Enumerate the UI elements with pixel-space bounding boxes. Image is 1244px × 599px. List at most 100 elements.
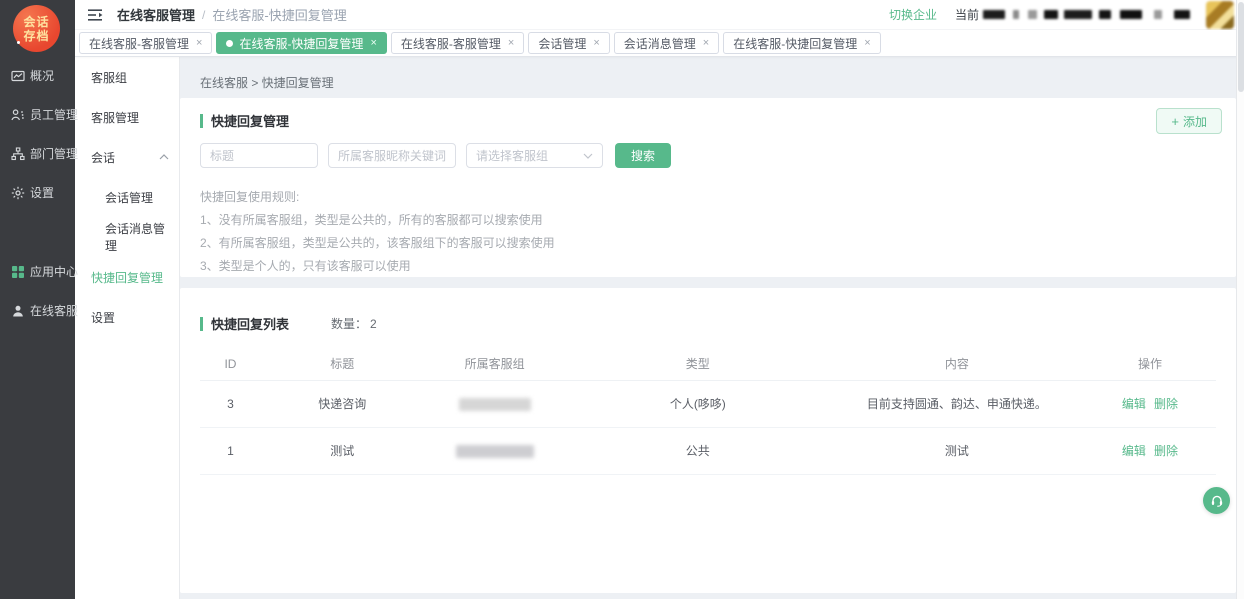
logo-text-line2: 存档	[23, 29, 49, 43]
tab-label: 会话消息管理	[624, 35, 696, 52]
overview-icon	[11, 69, 25, 83]
nav-app-center[interactable]: 应用中心	[0, 252, 75, 291]
sidebar-item-label: 客服组	[91, 69, 127, 86]
add-button-label: 添加	[1183, 113, 1207, 130]
nav-settings-label: 设置	[30, 184, 54, 201]
col-header-id: ID	[200, 348, 261, 380]
title-search-input[interactable]	[200, 143, 318, 168]
sidebar-item-agent-groups[interactable]: 客服组	[75, 57, 179, 97]
nav-app-center-label: 应用中心	[30, 263, 78, 280]
search-button[interactable]: 搜索	[615, 143, 671, 168]
sidebar-item-session-group[interactable]: 会话	[75, 137, 179, 177]
tab-label: 在线客服-快捷回复管理	[239, 35, 363, 52]
current-company-label: 当前	[955, 6, 979, 23]
col-header-actions: 操作	[1084, 348, 1216, 380]
panel-title: 快捷回复管理	[200, 111, 289, 130]
list-title-text: 快捷回复列表	[211, 314, 289, 333]
nav-staff-management[interactable]: 员工管理	[0, 95, 75, 134]
breadcrumb: 在线客服管理 / 在线客服-快捷回复管理	[117, 5, 347, 24]
cell-id: 3	[200, 380, 261, 427]
current-company-redacted-text	[983, 10, 1190, 19]
nav-department-management-label: 部门管理	[30, 145, 78, 162]
tab-label: 在线客服-客服管理	[401, 35, 501, 52]
nav-overview[interactable]: 概况	[0, 56, 75, 95]
sidebar-item-label: 会话消息管理	[105, 220, 169, 254]
nav-online-service[interactable]: 在线客服	[0, 291, 75, 330]
logo-spark	[17, 41, 20, 44]
open-tabs-bar: 在线客服-客服管理 × 在线客服-快捷回复管理 × 在线客服-客服管理 × 会话…	[75, 30, 1244, 57]
plus-icon: +	[1171, 114, 1179, 129]
secondary-sidebar: 客服组 客服管理 会话 会话管理 会话消息管理 快捷回复管理 设置	[75, 57, 180, 599]
sidebar-fold-icon[interactable]	[87, 7, 105, 23]
chevron-down-icon	[583, 153, 593, 159]
title-accent-bar	[200, 114, 203, 128]
page-breadcrumb: 在线客服 > 快捷回复管理	[200, 74, 334, 91]
sidebar-item-label: 会话	[91, 149, 115, 166]
breadcrumb-separator: /	[202, 8, 205, 22]
tab-label: 会话管理	[538, 35, 586, 52]
col-header-title: 标题	[261, 348, 424, 380]
add-button[interactable]: + 添加	[1156, 108, 1222, 134]
breadcrumb-root[interactable]: 在线客服管理	[117, 5, 195, 24]
active-tab-dot	[226, 40, 233, 47]
cell-title: 快递咨询	[261, 380, 424, 427]
breadcrumb-current: 在线客服-快捷回复管理	[212, 5, 346, 24]
search-form: 请选择客服组 搜索	[200, 143, 671, 168]
cell-title: 测试	[261, 427, 424, 474]
sidebar-item-settings[interactable]: 设置	[75, 297, 179, 337]
nickname-search-input[interactable]	[328, 143, 456, 168]
staff-icon	[11, 108, 25, 122]
sidebar-item-label: 设置	[91, 309, 115, 326]
nav-settings[interactable]: 设置	[0, 173, 75, 212]
apps-grid-icon	[11, 265, 25, 279]
tab-session-message-management[interactable]: 会话消息管理 ×	[614, 32, 719, 54]
tab-close-icon[interactable]: ×	[370, 38, 376, 49]
redacted-block	[456, 445, 534, 458]
sidebar-item-agent-management[interactable]: 客服管理	[75, 97, 179, 137]
nav-online-service-label: 在线客服	[30, 302, 78, 319]
edit-link[interactable]: 编辑	[1122, 397, 1146, 411]
cell-content: 测试	[830, 427, 1084, 474]
chevron-up-icon	[159, 154, 169, 160]
sidebar-item-quick-reply-management[interactable]: 快捷回复管理	[75, 257, 179, 297]
edit-link[interactable]: 编辑	[1122, 444, 1146, 458]
sidebar-item-session-message-management[interactable]: 会话消息管理	[75, 217, 179, 257]
tab-label: 在线客服-快捷回复管理	[733, 35, 857, 52]
cell-group-redacted	[424, 380, 566, 427]
tab-session-management[interactable]: 会话管理 ×	[528, 32, 609, 54]
app-logo: 会话 存档	[13, 5, 60, 52]
tab-agent-management-1[interactable]: 在线客服-客服管理 ×	[79, 32, 212, 54]
tab-close-icon[interactable]: ×	[703, 38, 709, 49]
usage-rules: 快捷回复使用规则: 1、没有所属客服组，类型是公共的，所有的客服都可以搜索使用 …	[200, 186, 555, 278]
switch-company-link[interactable]: 切换企业	[889, 6, 937, 23]
nav-department-management[interactable]: 部门管理	[0, 134, 75, 173]
tab-agent-management-2[interactable]: 在线客服-客服管理 ×	[391, 32, 524, 54]
delete-link[interactable]: 删除	[1154, 444, 1178, 458]
vertical-scrollbar[interactable]	[1236, 0, 1244, 599]
primary-sidebar: 会话 存档 概况 员工管理 部门管理 设置	[0, 0, 75, 599]
tab-close-icon[interactable]: ×	[196, 38, 202, 49]
sidebar-item-label: 客服管理	[91, 109, 139, 126]
delete-link[interactable]: 删除	[1154, 397, 1178, 411]
floating-service-button[interactable]	[1203, 487, 1230, 514]
tab-close-icon[interactable]: ×	[864, 38, 870, 49]
count-value: 2	[370, 317, 377, 331]
tab-close-icon[interactable]: ×	[508, 38, 514, 49]
tab-quick-reply-management-2[interactable]: 在线客服-快捷回复管理 ×	[723, 32, 880, 54]
headset-icon	[1209, 493, 1225, 509]
top-header: 在线客服管理 / 在线客服-快捷回复管理 切换企业 当前	[75, 0, 1244, 30]
rule-item-2: 2、有所属客服组，类型是公共的，该客服组下的客服可以搜索使用	[200, 232, 555, 255]
scrollbar-thumb[interactable]	[1238, 2, 1244, 92]
group-select-placeholder: 请选择客服组	[476, 147, 548, 164]
table-row: 1 测试 公共 测试 编辑删除	[200, 427, 1216, 474]
list-title: 快捷回复列表	[200, 314, 289, 333]
customer-service-icon	[11, 304, 25, 318]
user-avatar[interactable]	[1206, 1, 1234, 29]
tab-quick-reply-management-active[interactable]: 在线客服-快捷回复管理 ×	[216, 32, 386, 54]
cell-content: 目前支持圆通、韵达、申通快递。	[830, 380, 1084, 427]
sidebar-item-session-management[interactable]: 会话管理	[75, 177, 179, 217]
group-select[interactable]: 请选择客服组	[466, 143, 603, 168]
col-header-group: 所属客服组	[424, 348, 566, 380]
tab-close-icon[interactable]: ×	[593, 38, 599, 49]
panel-title-text: 快捷回复管理	[211, 111, 289, 130]
